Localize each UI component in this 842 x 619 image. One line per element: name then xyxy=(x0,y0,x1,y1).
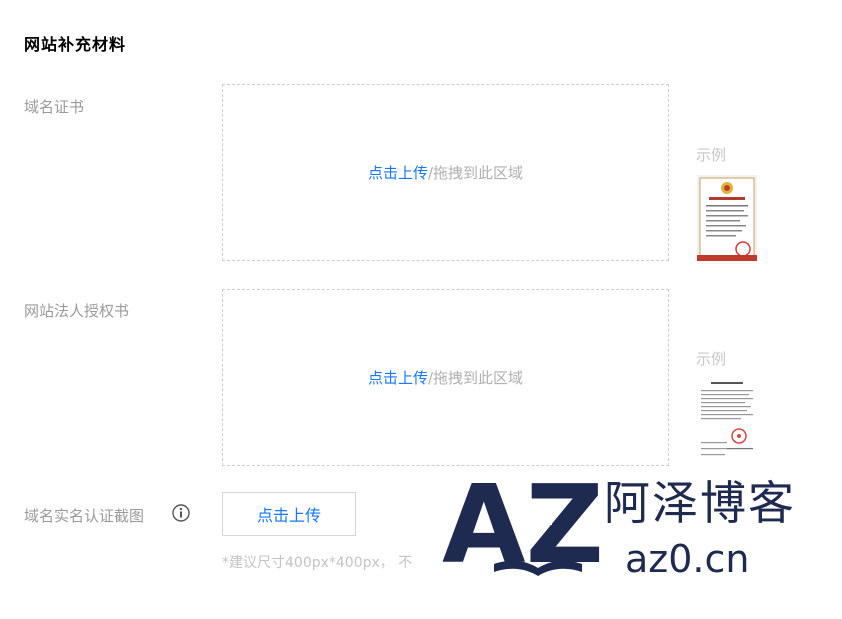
size-hint: *建议尺寸400px*400px， 不 xyxy=(222,555,413,571)
info-icon[interactable] xyxy=(172,504,190,522)
authorization-letter-label: 网站法人授权书 xyxy=(24,302,130,320)
authorization-example-image[interactable] xyxy=(697,378,757,464)
drag-hint: /拖拽到此区域 xyxy=(427,164,524,182)
watermark-cn-name: 阿泽博客 xyxy=(604,476,796,530)
realname-screenshot-label: 域名实名认证截图 xyxy=(24,507,145,525)
example-label: 示例 xyxy=(696,146,727,164)
upload-link[interactable]: 点击上传 xyxy=(368,162,428,183)
upload-link[interactable]: 点击上传 xyxy=(368,367,428,388)
certificate-example-image[interactable] xyxy=(697,175,757,261)
example-label: 示例 xyxy=(696,350,727,368)
domain-certificate-dropzone[interactable]: 点击上传/拖拽到此区域 xyxy=(222,84,669,261)
authorization-letter-dropzone[interactable]: 点击上传/拖拽到此区域 xyxy=(222,289,669,466)
upload-button[interactable]: 点击上传 xyxy=(222,492,356,536)
watermark-url: az0.cn xyxy=(625,537,750,581)
drag-hint: /拖拽到此区域 xyxy=(427,369,524,387)
section-title: 网站补充材料 xyxy=(24,35,127,54)
domain-certificate-label: 域名证书 xyxy=(24,98,85,116)
